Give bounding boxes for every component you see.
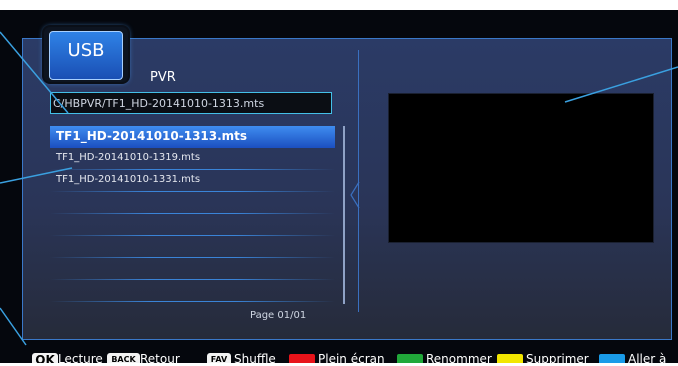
fav-key-icon: FAV [207,352,231,363]
hint-label: Lecture [58,352,103,363]
hint-label: Plein écran [318,352,385,363]
hint-label: Renommer [426,352,492,363]
usb-label: USB [49,31,123,80]
video-preview [388,93,654,243]
list-scrollbar[interactable] [343,126,345,304]
list-item[interactable] [50,280,335,302]
list-item[interactable] [50,236,335,258]
recording-list: TF1_HD-20141010-1313.mts TF1_HD-20141010… [50,126,335,302]
hint-back[interactable]: BACK Retour [107,351,180,363]
hint-label: Shuffle [234,352,276,363]
hint-label: Supprimer [526,352,589,363]
page-title: PVR [150,70,176,85]
yellow-key-icon [497,353,523,363]
usb-tile: USB [44,27,128,82]
back-key-icon: BACK [107,352,140,363]
hint-label: Retour [140,352,180,363]
hint-label: Aller à [628,352,667,363]
hint-fav[interactable]: FAV Shuffle [207,351,276,363]
list-item[interactable]: TF1_HD-20141010-1331.mts [50,170,335,192]
list-item[interactable] [50,258,335,280]
list-item[interactable] [50,214,335,236]
page-indicator: Page 01/01 [250,310,307,321]
file-name: TF1_HD-20141010-1313.mts [56,129,248,143]
blue-key-icon [599,353,625,363]
green-key-icon [397,353,423,363]
hint-red[interactable]: Plein écran [289,351,385,363]
hint-yellow[interactable]: Supprimer [497,351,589,363]
ok-key-icon: OK [32,352,58,363]
panel-divider [358,50,359,312]
red-key-icon [289,353,315,363]
list-item[interactable] [50,192,335,214]
file-name: TF1_HD-20141010-1319.mts [56,152,201,163]
file-name: TF1_HD-20141010-1331.mts [56,174,201,185]
tv-screen: USB PVR C/HBPVR/TF1_HD-20141010-1313.mts… [0,10,678,363]
file-path-display: C/HBPVR/TF1_HD-20141010-1313.mts [50,92,332,114]
key-hint-bar: OK Lecture BACK Retour FAV Shuffle Plein éc… [0,348,678,363]
hint-green[interactable]: Renommer [397,351,492,363]
hint-ok[interactable]: OK Lecture [32,351,103,363]
divider-chevron-icon [350,182,360,208]
list-item[interactable]: TF1_HD-20141010-1319.mts [50,148,335,170]
hint-blue[interactable]: Aller à [599,351,666,363]
list-item[interactable]: TF1_HD-20141010-1313.mts [50,126,335,148]
